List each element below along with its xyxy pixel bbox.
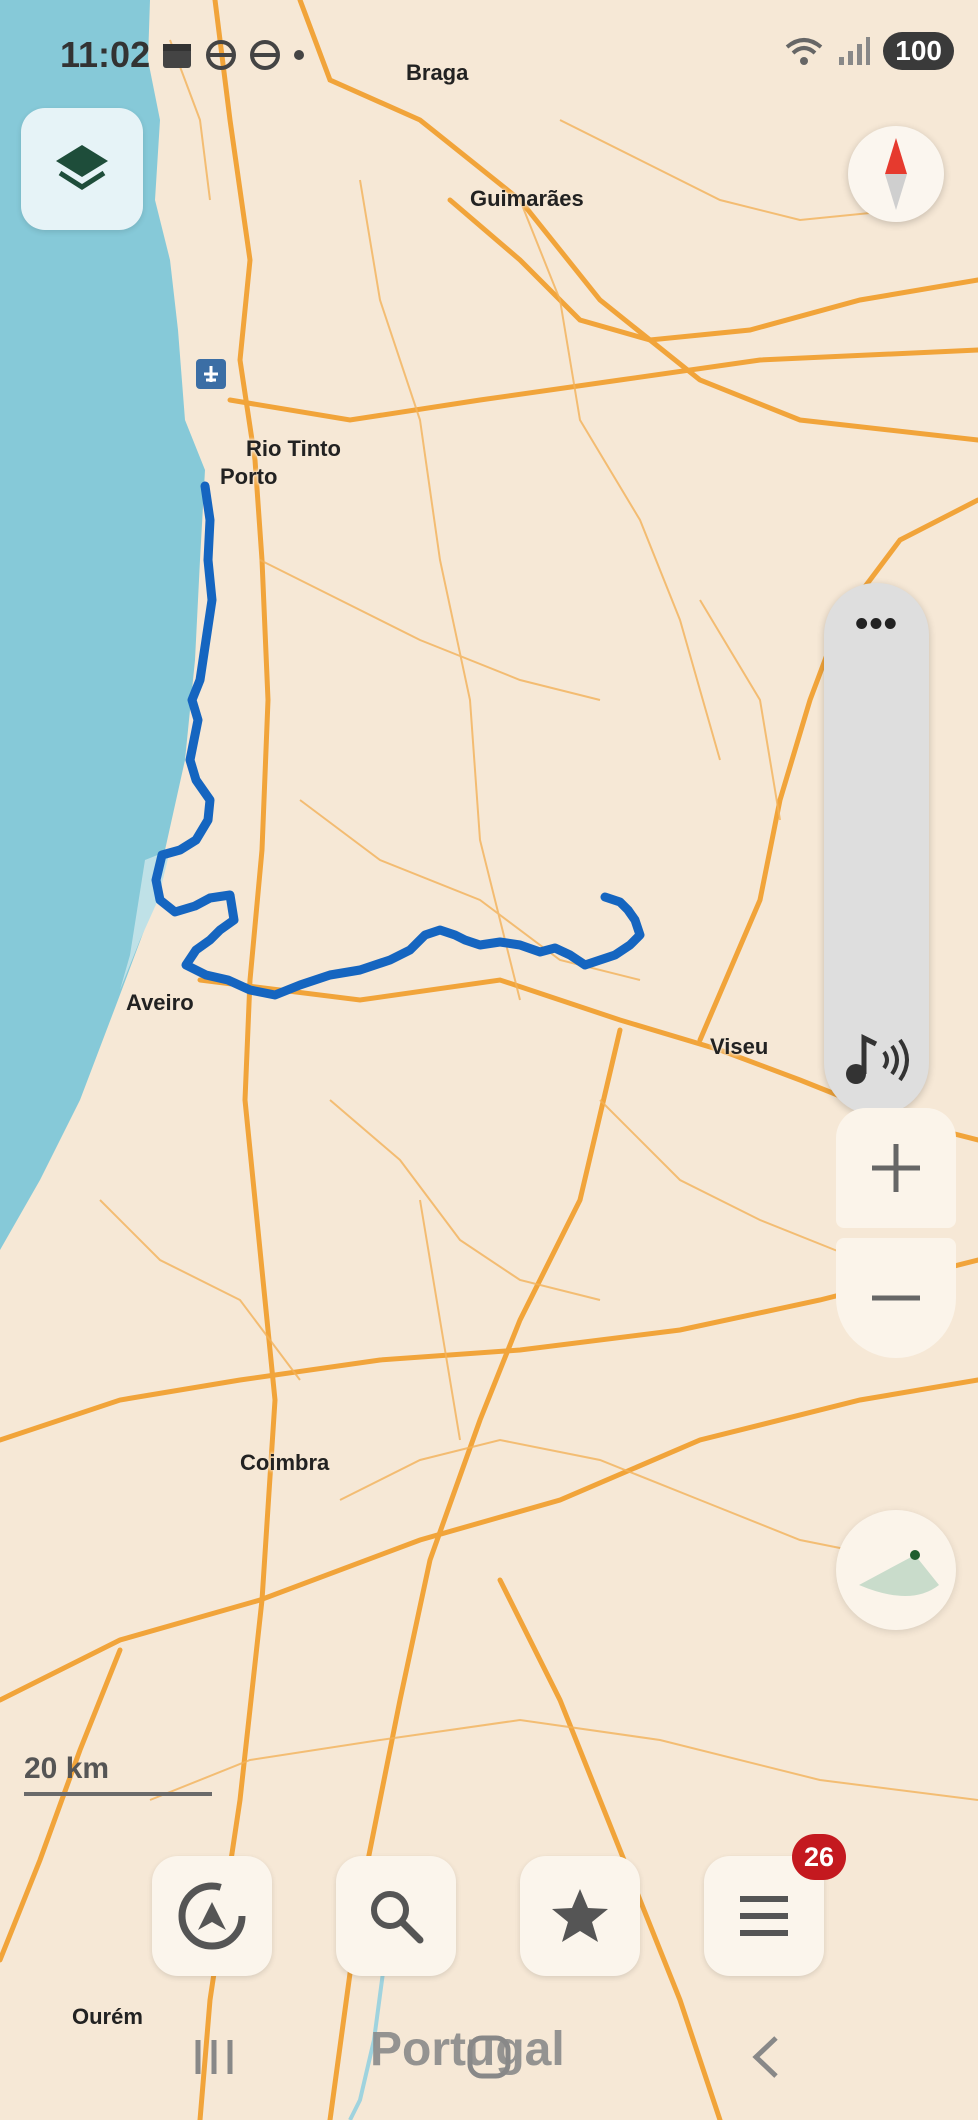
my-location-button[interactable] bbox=[836, 1510, 956, 1630]
city-label-guimaraes[interactable]: Guimarães bbox=[470, 186, 584, 212]
bookmarks-button[interactable] bbox=[520, 1856, 640, 1976]
scale-label: 20 km bbox=[24, 1752, 110, 1785]
star-icon bbox=[552, 1889, 608, 1942]
scale-bar bbox=[24, 1792, 212, 1796]
home-icon[interactable] bbox=[464, 2032, 514, 2082]
dot-icon bbox=[294, 50, 304, 60]
battery-indicator: 100 bbox=[883, 32, 954, 70]
plus-icon bbox=[872, 1144, 920, 1192]
wifi-icon bbox=[786, 38, 823, 65]
city-label-ourem[interactable]: Ourém bbox=[72, 2004, 143, 2030]
steering-icon bbox=[250, 40, 280, 70]
recents-icon[interactable] bbox=[192, 2032, 236, 2082]
route-icon bbox=[178, 1882, 246, 1950]
map-scale: 20 km bbox=[24, 1752, 212, 1796]
steering-icon bbox=[206, 40, 236, 70]
zoom-out-button[interactable] bbox=[836, 1238, 956, 1358]
city-label-porto[interactable]: Porto bbox=[220, 464, 277, 490]
my-location-icon bbox=[859, 1550, 939, 1596]
system-nav-bar bbox=[0, 2032, 978, 2092]
sound-button[interactable] bbox=[842, 1028, 912, 1093]
city-label-viseu[interactable]: Viseu bbox=[710, 1034, 768, 1060]
minus-icon bbox=[872, 1295, 920, 1301]
back-icon[interactable] bbox=[746, 2032, 786, 2082]
layers-button[interactable] bbox=[21, 108, 143, 230]
search-icon bbox=[371, 1891, 424, 1944]
status-notification-icons bbox=[160, 38, 306, 72]
menu-icon bbox=[740, 1896, 788, 1936]
more-button[interactable]: ••• bbox=[824, 603, 929, 646]
menu-badge: 26 bbox=[792, 1834, 846, 1880]
city-label-rio-tinto[interactable]: Rio Tinto bbox=[246, 436, 341, 462]
city-label-coimbra[interactable]: Coimbra bbox=[240, 1450, 329, 1476]
side-panel: ••• bbox=[824, 583, 929, 1115]
zoom-in-button[interactable] bbox=[836, 1108, 956, 1228]
sound-icon bbox=[846, 1033, 909, 1084]
compass-icon bbox=[885, 138, 907, 210]
status-system-icons: 100 bbox=[783, 32, 954, 70]
city-label-braga[interactable]: Braga bbox=[406, 60, 468, 86]
compass-button[interactable] bbox=[848, 126, 944, 222]
airport-icon bbox=[196, 359, 226, 389]
signal-icon bbox=[839, 37, 871, 65]
layers-icon bbox=[56, 145, 108, 190]
city-label-aveiro[interactable]: Aveiro bbox=[126, 990, 194, 1016]
route-button[interactable] bbox=[152, 1856, 272, 1976]
status-time: 11:02 bbox=[60, 34, 151, 75]
calendar-icon bbox=[163, 44, 191, 68]
search-button[interactable] bbox=[336, 1856, 456, 1976]
